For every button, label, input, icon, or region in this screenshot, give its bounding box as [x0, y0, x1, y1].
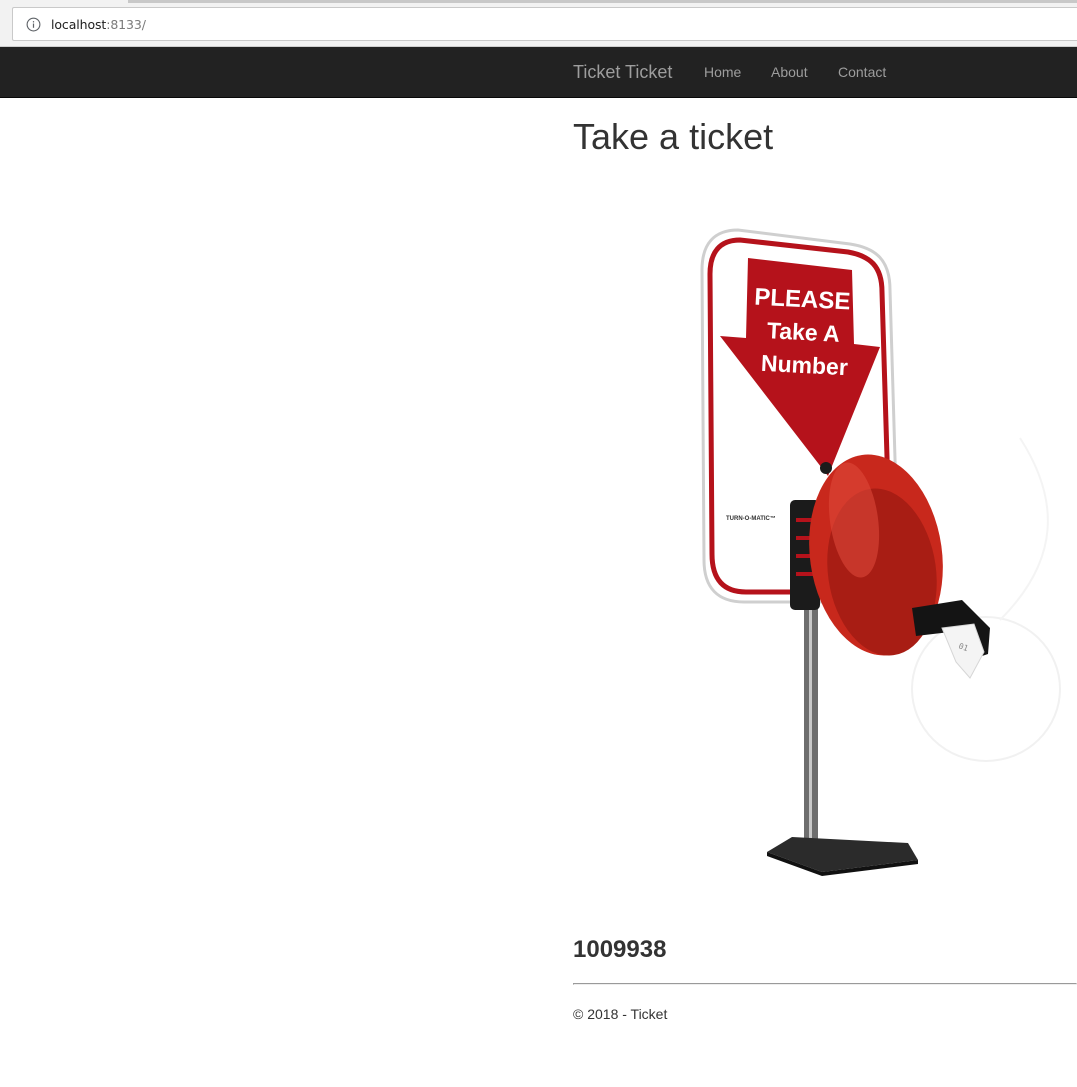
navbar: Ticket Ticket Home About Contact: [0, 47, 1077, 98]
url-text: localhost:8133/: [51, 17, 146, 32]
tab-strip: [128, 0, 1077, 3]
stand-pole-highlight: [809, 580, 812, 850]
bracket-rib: [796, 572, 814, 576]
url-host: localhost: [51, 16, 107, 32]
nav-link-contact[interactable]: Contact: [838, 64, 886, 80]
footer-copyright: © 2018 - Ticket: [573, 1006, 668, 1022]
nav-link-about[interactable]: About: [771, 64, 808, 80]
sign-line-2: Take A: [766, 317, 840, 347]
url-port-path: :8133/: [106, 16, 146, 32]
dispenser-knob: [820, 462, 832, 474]
sign-line-1: PLEASE: [754, 284, 851, 316]
ticket-number: 1009938: [573, 936, 667, 963]
sign-line-3: Number: [760, 350, 848, 381]
sign-brand-mark: TURN-O-MATIC™: [726, 515, 776, 522]
ticket-dispenser-image: PLEASE Take A Number TURN-O-MATIC™ 01: [700, 228, 1061, 876]
info-icon[interactable]: [26, 17, 41, 32]
page-title: Take a ticket: [573, 116, 774, 157]
navbar-brand[interactable]: Ticket Ticket: [573, 62, 672, 83]
browser-toolbar: localhost:8133/: [0, 0, 1077, 47]
address-bar[interactable]: localhost:8133/: [12, 7, 1077, 41]
footer-divider: [573, 983, 1077, 985]
nav-link-home[interactable]: Home: [704, 64, 741, 80]
ticket-loop-outline: [999, 437, 1049, 621]
